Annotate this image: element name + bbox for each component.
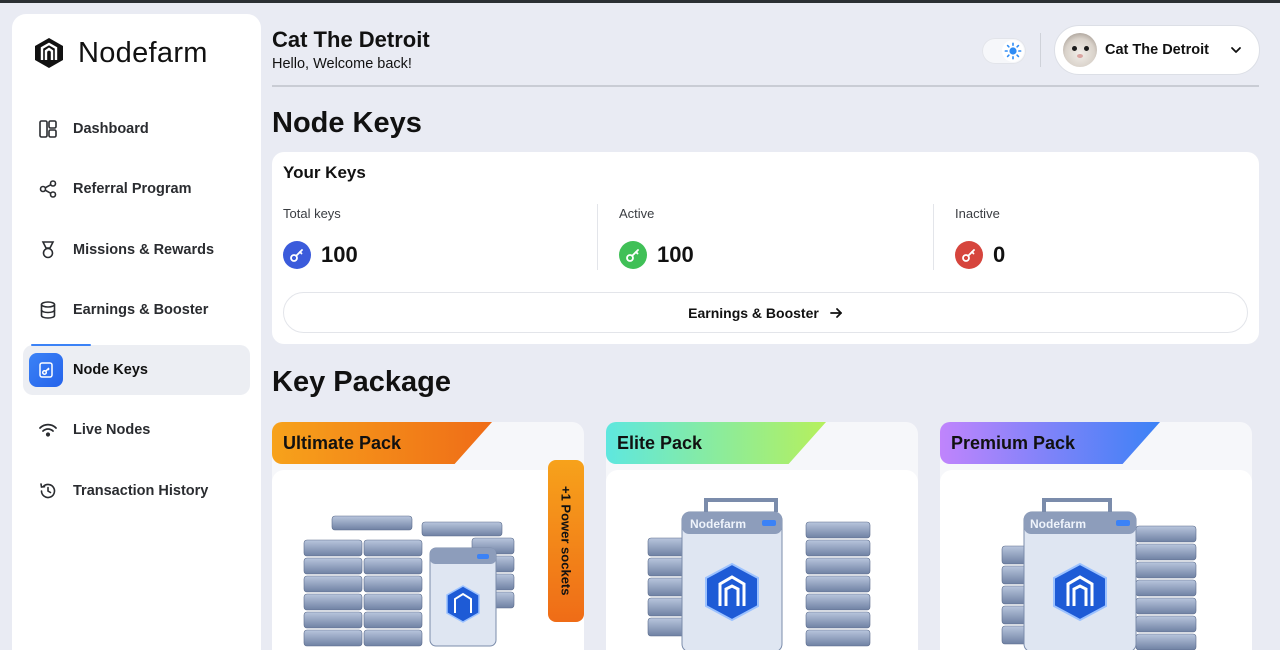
sidebar-item-label: Live Nodes (73, 422, 151, 439)
total-keys-stat: Total keys 100 (283, 206, 358, 269)
nodefarm-logo-icon (35, 38, 63, 68)
package-name: Elite Pack (617, 432, 703, 453)
sidebar-item-label: Dashboard (73, 121, 149, 137)
package-card-premium[interactable]: Premium Pack Nodefarm (940, 422, 1252, 650)
sidebar-item-transaction-history[interactable]: Transaction History (23, 466, 250, 516)
package-card-elite[interactable]: Elite Pack Nodefarm (606, 422, 918, 650)
stat-label: Total keys (283, 206, 341, 221)
history-icon (37, 480, 59, 502)
sidebar-nav: Dashboard Referral Program Missions & Re… (23, 104, 250, 526)
user-menu[interactable]: Cat The Detroit (1054, 25, 1260, 75)
sidebar-item-referral-program[interactable]: Referral Program (23, 164, 250, 214)
user-name: Cat The Detroit (1105, 42, 1209, 58)
package-name: Premium Pack (951, 432, 1076, 453)
sidebar-item-label: Transaction History (73, 482, 209, 499)
avatar (1063, 33, 1097, 67)
sidebar-item-label: Earnings & Booster (73, 301, 209, 318)
server-cluster-image (303, 515, 515, 647)
your-keys-card: Your Keys Total keys 100 Active 100 Inac… (272, 152, 1259, 344)
stat-label: Inactive (955, 206, 1000, 221)
stat-divider (933, 204, 934, 270)
arrow-right-icon (829, 307, 842, 318)
share-icon (37, 178, 59, 200)
page-title: Node Keys (272, 107, 422, 139)
box-brand-label: Nodefarm (1030, 517, 1086, 531)
dashboard-icon (37, 118, 59, 140)
header-separator (1040, 33, 1041, 67)
key-icon (955, 241, 983, 269)
box-brand-label: Nodefarm (690, 517, 746, 531)
database-icon (37, 299, 59, 321)
package-name: Ultimate Pack (283, 432, 402, 453)
button-label: Earnings & Booster (688, 304, 819, 321)
key-icon (619, 241, 647, 269)
stat-value: 0 (993, 242, 1006, 267)
sidebar: Nodefarm Dashboard Referral Program Miss… (12, 14, 261, 650)
key-package-title: Key Package (272, 366, 451, 398)
key-document-icon (29, 353, 63, 388)
package-banner: Ultimate Pack (272, 422, 492, 464)
earnings-booster-button[interactable]: Earnings & Booster (283, 292, 1248, 333)
key-icon (283, 241, 311, 269)
inactive-keys-stat: Inactive 0 (955, 206, 1005, 269)
stat-value: 100 (321, 242, 358, 267)
header-subtitle: Hello, Welcome back! (272, 56, 412, 72)
sidebar-item-dashboard[interactable]: Dashboard (23, 104, 250, 154)
active-keys-stat: Active 100 (619, 206, 694, 269)
sidebar-item-label: Missions & Rewards (73, 241, 215, 258)
sidebar-item-label: Node Keys (73, 362, 148, 379)
server-rack-image: Nodefarm (1001, 498, 1197, 650)
header-divider (272, 85, 1259, 87)
stat-label: Active (619, 206, 655, 221)
server-rack-image: Nodefarm (647, 498, 871, 650)
sidebar-item-live-nodes[interactable]: Live Nodes (23, 405, 250, 455)
stat-value: 100 (657, 242, 694, 267)
logo[interactable]: Nodefarm (32, 36, 208, 70)
header-title: Cat The Detroit (272, 27, 430, 52)
theme-toggle[interactable] (982, 38, 1026, 64)
logo-text: Nodefarm (78, 36, 208, 69)
sidebar-item-missions-rewards[interactable]: Missions & Rewards (23, 225, 250, 275)
package-banner: Premium Pack (940, 422, 1160, 464)
window-top-border (0, 0, 1280, 3)
sidebar-item-label: Referral Program (73, 181, 192, 198)
sun-icon (1002, 40, 1024, 62)
sidebar-item-node-keys[interactable]: Node Keys (23, 344, 250, 396)
card-title: Your Keys (283, 163, 366, 182)
package-card-ultimate[interactable]: Ultimate Pack +1 Power sockets (272, 422, 584, 650)
medal-icon (37, 239, 59, 261)
sidebar-item-earnings-booster[interactable]: Earnings & Booster (23, 285, 250, 335)
wifi-icon (37, 419, 59, 441)
stat-divider (597, 204, 598, 270)
chevron-down-icon (1231, 47, 1241, 53)
package-banner: Elite Pack (606, 422, 826, 464)
